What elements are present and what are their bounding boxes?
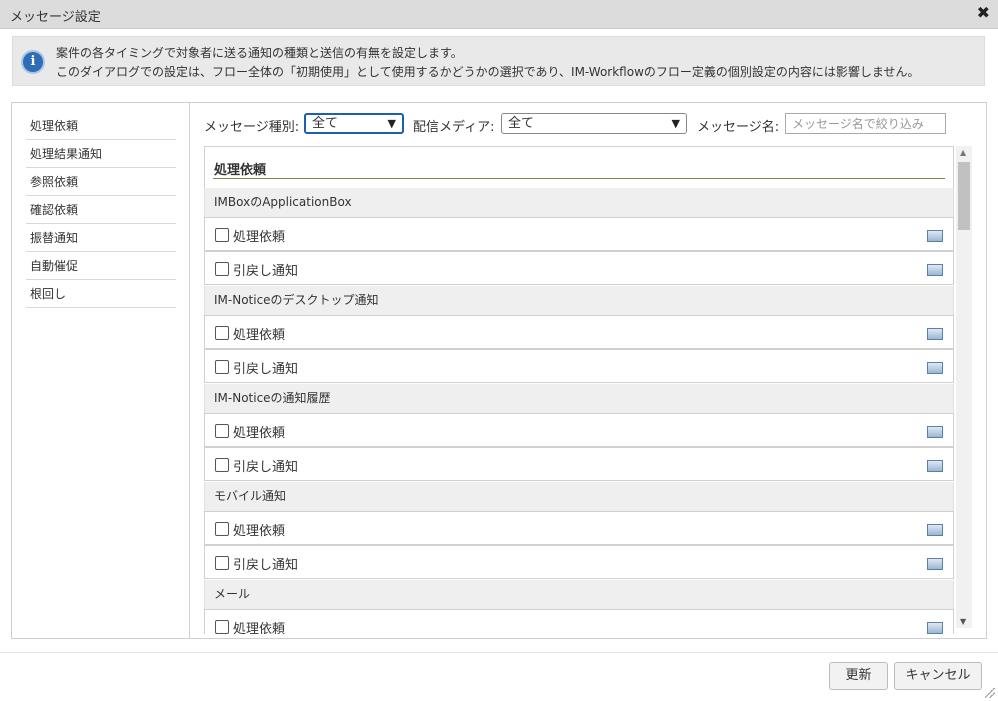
- scroll-up-icon[interactable]: ▲: [960, 148, 966, 157]
- group-header: IMBoxのApplicationBox: [204, 188, 954, 218]
- chevron-down-icon: ▼: [387, 117, 396, 130]
- media-label: 配信メディア:: [413, 120, 495, 135]
- close-icon[interactable]: ✖: [977, 3, 990, 23]
- item-label: 処理依頼: [233, 328, 286, 343]
- list-item[interactable]: 処理依頼: [204, 609, 954, 634]
- message-edit-icon[interactable]: [927, 460, 943, 472]
- message-edit-icon[interactable]: [927, 524, 943, 536]
- checkbox[interactable]: [215, 522, 229, 536]
- message-list-content: 処理依頼 IMBoxのApplicationBox 処理依頼 引戻し通知 IM-…: [204, 146, 954, 634]
- group-header: IM-Noticeのデスクトップ通知: [204, 286, 954, 316]
- sidebar-item-confirm-request[interactable]: 確認依頼: [26, 197, 176, 224]
- message-type-label: メッセージ種別:: [204, 120, 300, 135]
- update-button[interactable]: 更新: [829, 662, 888, 690]
- sidebar-item-result-notice[interactable]: 処理結果通知: [26, 141, 176, 168]
- sidebar-item-process-request[interactable]: 処理依頼: [26, 113, 176, 140]
- scroll-down-icon[interactable]: ▼: [960, 617, 966, 626]
- checkbox[interactable]: [215, 556, 229, 570]
- list-item[interactable]: 引戻し通知: [204, 447, 954, 481]
- group-header: IM-Noticeの通知履歴: [204, 384, 954, 414]
- list-item[interactable]: 処理依頼: [204, 511, 954, 545]
- checkbox[interactable]: [215, 262, 229, 276]
- message-type-value: 全て: [312, 116, 339, 131]
- section-title-text: 処理依頼: [214, 163, 267, 178]
- sidebar-item-auto-reminder[interactable]: 自動催促: [26, 253, 176, 280]
- message-edit-icon[interactable]: [927, 230, 943, 242]
- checkbox[interactable]: [215, 228, 229, 242]
- checkbox[interactable]: [215, 458, 229, 472]
- chevron-down-icon: ▼: [671, 117, 680, 130]
- dialog-titlebar: メッセージ設定 ✖: [0, 0, 998, 29]
- resize-handle-icon[interactable]: [985, 688, 995, 698]
- message-name-input[interactable]: [785, 113, 946, 134]
- message-edit-icon[interactable]: [927, 426, 943, 438]
- item-label: 引戻し通知: [233, 460, 299, 475]
- checkbox[interactable]: [215, 424, 229, 438]
- section-title: 処理依頼: [204, 146, 954, 188]
- message-type-select[interactable]: 全て ▼: [304, 113, 404, 134]
- sidebar-item-nemawashi[interactable]: 根回し: [26, 281, 176, 308]
- list-item[interactable]: 引戻し通知: [204, 251, 954, 285]
- filter-bar: メッセージ種別: 全て ▼ 配信メディア: 全て ▼ メッセージ名:: [204, 113, 984, 135]
- section-title-underline: [213, 178, 945, 179]
- cancel-button[interactable]: キャンセル: [894, 662, 982, 690]
- sidebar: 処理依頼 処理結果通知 参照依頼 確認依頼 振替通知 自動催促 根回し: [12, 103, 190, 638]
- item-label: 処理依頼: [233, 426, 286, 441]
- checkbox[interactable]: [215, 360, 229, 374]
- item-label: 処理依頼: [233, 524, 286, 539]
- item-label: 引戻し通知: [233, 558, 299, 573]
- dialog-title: メッセージ設定: [10, 10, 101, 25]
- list-item[interactable]: 処理依頼: [204, 217, 954, 251]
- message-list: 処理依頼 IMBoxのApplicationBox 処理依頼 引戻し通知 IM-…: [204, 146, 973, 634]
- media-value: 全て: [508, 116, 535, 131]
- item-label: 引戻し通知: [233, 264, 299, 279]
- info-line-1: 案件の各タイミングで対象者に送る通知の種類と送信の有無を設定します。: [56, 46, 463, 60]
- list-item[interactable]: 引戻し通知: [204, 349, 954, 383]
- list-item[interactable]: 処理依頼: [204, 413, 954, 447]
- list-item[interactable]: 処理依頼: [204, 315, 954, 349]
- dialog-footer: 更新 キャンセル: [0, 652, 998, 701]
- group-header: メール: [204, 580, 954, 610]
- message-edit-icon[interactable]: [927, 622, 943, 634]
- info-icon: i: [23, 52, 43, 72]
- scrollbar-thumb[interactable]: [958, 162, 970, 230]
- message-edit-icon[interactable]: [927, 264, 943, 276]
- sidebar-item-transfer-notice[interactable]: 振替通知: [26, 225, 176, 252]
- item-label: 処理依頼: [233, 230, 286, 245]
- list-scrollbar[interactable]: ▲ ▼: [956, 146, 972, 628]
- group-header: モバイル通知: [204, 482, 954, 512]
- info-banner: i 案件の各タイミングで対象者に送る通知の種類と送信の有無を設定します。 このダ…: [12, 36, 985, 86]
- message-edit-icon[interactable]: [927, 558, 943, 570]
- item-label: 引戻し通知: [233, 362, 299, 377]
- media-select[interactable]: 全て ▼: [501, 113, 687, 134]
- sidebar-item-reference-request[interactable]: 参照依頼: [26, 169, 176, 196]
- main-panel: 処理依頼 処理結果通知 参照依頼 確認依頼 振替通知 自動催促 根回し メッセー…: [11, 102, 987, 639]
- checkbox[interactable]: [215, 620, 229, 634]
- list-item[interactable]: 引戻し通知: [204, 545, 954, 579]
- message-edit-icon[interactable]: [927, 362, 943, 374]
- info-line-2: このダイアログでの設定は、フロー全体の「初期使用」として使用するかどうかの選択で…: [56, 65, 920, 79]
- message-name-label: メッセージ名:: [697, 120, 780, 135]
- message-edit-icon[interactable]: [927, 328, 943, 340]
- checkbox[interactable]: [215, 326, 229, 340]
- item-label: 処理依頼: [233, 622, 286, 634]
